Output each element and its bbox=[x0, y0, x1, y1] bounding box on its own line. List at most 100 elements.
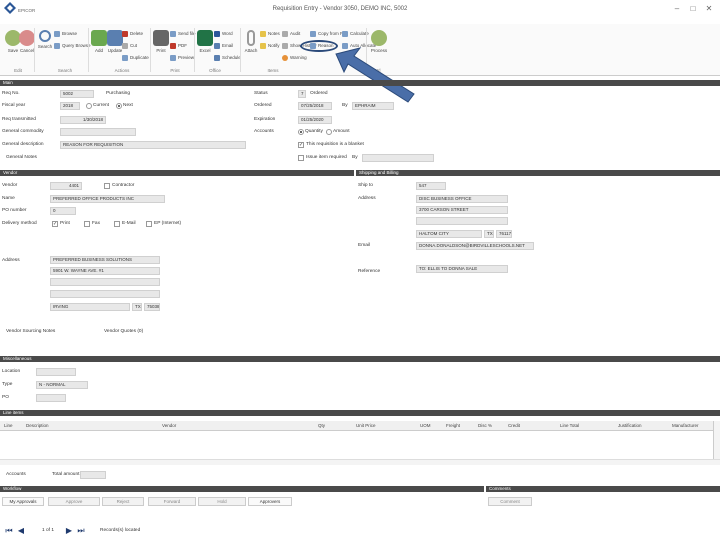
ship-address3-field[interactable] bbox=[416, 217, 508, 225]
col-credit[interactable]: Credit bbox=[508, 423, 520, 428]
notify-button[interactable]: Notify bbox=[260, 42, 280, 50]
general-notes-link[interactable]: General Notes bbox=[6, 155, 37, 160]
line-accounts-link[interactable]: Accounts bbox=[6, 472, 26, 477]
close-button[interactable]: ✕ bbox=[702, 3, 716, 15]
approvers-button[interactable]: Approvers bbox=[248, 497, 292, 506]
next-record-button[interactable]: ▶ bbox=[64, 526, 74, 536]
type-field[interactable]: N - NORMAL bbox=[36, 381, 88, 389]
horizontal-scrollbar[interactable] bbox=[0, 459, 720, 465]
status-code-field[interactable]: 7 bbox=[298, 90, 306, 98]
word-button[interactable]: Word bbox=[214, 30, 233, 38]
search-button[interactable]: Search bbox=[34, 30, 56, 49]
pdf-button[interactable]: PDF bbox=[170, 42, 187, 50]
first-record-button[interactable]: ⏮ bbox=[4, 526, 14, 536]
vendor-address3-field[interactable] bbox=[50, 278, 160, 286]
approve-button[interactable]: Approve bbox=[48, 497, 100, 506]
req-transmitted-field[interactable]: 1/30/2018 bbox=[60, 116, 106, 124]
vendor-zip-field[interactable]: 75038 bbox=[144, 303, 160, 311]
vendor-number-field[interactable]: 4401 bbox=[50, 182, 82, 190]
browse-button[interactable]: Browse bbox=[54, 30, 77, 38]
maximize-button[interactable]: □ bbox=[686, 3, 700, 15]
hold-button[interactable]: Hold bbox=[198, 497, 246, 506]
ship-state-field[interactable]: TX bbox=[484, 230, 494, 238]
reject-button[interactable]: Reject bbox=[102, 497, 144, 506]
location-field[interactable] bbox=[36, 368, 76, 376]
vendor-name-field[interactable]: PREFERRED OFFICE PRODUCTS INC bbox=[50, 195, 165, 203]
send-file-button[interactable]: Send file bbox=[170, 30, 196, 38]
col-description[interactable]: Description bbox=[26, 423, 49, 428]
req-no-field[interactable]: 5002 bbox=[60, 90, 94, 98]
prev-record-button[interactable]: ◀ bbox=[16, 526, 26, 536]
forward-button[interactable]: Forward bbox=[148, 497, 196, 506]
audit-button[interactable]: Audit bbox=[282, 30, 300, 38]
print-button[interactable]: Print bbox=[150, 30, 172, 53]
col-qty[interactable]: Qty bbox=[318, 423, 325, 428]
ship-city-field[interactable]: HALTOM CITY bbox=[416, 230, 482, 238]
current-radio[interactable] bbox=[86, 103, 92, 109]
po-field[interactable] bbox=[36, 394, 66, 402]
email-checkbox[interactable] bbox=[114, 221, 120, 227]
ordered-by-field[interactable]: EPHRAIM bbox=[352, 102, 394, 110]
fiscal-year-field[interactable]: 2018 bbox=[60, 102, 80, 110]
vendor-state-field[interactable]: TX bbox=[132, 303, 142, 311]
next-radio[interactable] bbox=[116, 103, 122, 109]
duplicate-button[interactable]: Duplicate bbox=[122, 54, 149, 62]
col-unit-price[interactable]: Unit Price bbox=[356, 423, 376, 428]
preview-label: Preview bbox=[178, 55, 195, 60]
calculate-button[interactable]: Calculate bbox=[342, 30, 369, 38]
audit-icon bbox=[282, 30, 288, 37]
vendor-address4-field[interactable] bbox=[50, 290, 160, 298]
ep-checkbox[interactable] bbox=[146, 221, 152, 227]
blanket-checkbox[interactable]: ✓ bbox=[298, 142, 304, 148]
col-uom[interactable]: UOM bbox=[420, 423, 431, 428]
col-disc[interactable]: Disc % bbox=[478, 423, 492, 428]
issue-checkbox[interactable] bbox=[298, 155, 304, 161]
next-label: Next bbox=[123, 103, 133, 108]
col-manufacturer[interactable]: Manufacturer bbox=[672, 423, 699, 428]
group-items: Items bbox=[267, 68, 279, 73]
ship-email-field[interactable]: DONNA.DONALDSON@BIRDVILLESCHOOLS.NET bbox=[416, 242, 534, 250]
query-browse-label: Query Browse bbox=[62, 43, 91, 48]
col-justification[interactable]: Justification bbox=[618, 423, 642, 428]
vendor-address1-field[interactable]: PREFERRED BUSINESS SOLUTIONS bbox=[50, 256, 160, 264]
expiration-date-field[interactable]: 01/25/2020 bbox=[298, 116, 332, 124]
preview-button[interactable]: Preview bbox=[170, 54, 194, 62]
col-freight[interactable]: Freight bbox=[446, 423, 460, 428]
ship-address2-field[interactable]: 3700 CARSON STREET bbox=[416, 206, 508, 214]
schedule-button[interactable]: Schedule bbox=[214, 54, 241, 62]
warning-button[interactable]: Warning bbox=[282, 54, 307, 62]
query-browse-button[interactable]: Query Browse bbox=[54, 42, 91, 50]
cut-button[interactable]: Cut bbox=[122, 42, 137, 50]
issue-by-field[interactable] bbox=[362, 154, 434, 162]
attach-button[interactable]: Attach bbox=[240, 30, 262, 53]
vendor-city-field[interactable]: IRVING bbox=[50, 303, 130, 311]
col-line[interactable]: Line bbox=[4, 423, 13, 428]
ship-address1-field[interactable]: DISC BUSINESS OFFICE bbox=[416, 195, 508, 203]
vendor-quotes-link[interactable]: Vendor Quotes (0) bbox=[104, 329, 143, 334]
general-description-field[interactable]: REASON FOR REQUISITION bbox=[60, 141, 246, 149]
ship-to-field[interactable]: 547 bbox=[416, 182, 446, 190]
fax-checkbox[interactable] bbox=[84, 221, 90, 227]
po-number-field[interactable]: 0 bbox=[50, 207, 76, 215]
minimize-button[interactable]: – bbox=[670, 3, 684, 15]
amount-radio[interactable] bbox=[326, 129, 332, 135]
quantity-radio[interactable] bbox=[298, 129, 304, 135]
comment-button[interactable]: Comment bbox=[488, 497, 532, 506]
col-vendor[interactable]: Vendor bbox=[162, 423, 176, 428]
excel-button[interactable]: Excel bbox=[194, 30, 216, 53]
general-commodity-field[interactable] bbox=[60, 128, 136, 136]
reference-field[interactable]: TO: ELLIS TO DONNA SALE bbox=[416, 265, 508, 273]
my-approvals-button[interactable]: My Approvals bbox=[2, 497, 44, 506]
print-checkbox[interactable]: ✓ bbox=[52, 221, 58, 227]
last-record-button[interactable]: ⏭ bbox=[76, 526, 86, 536]
ship-zip-field[interactable]: 76117 bbox=[496, 230, 512, 238]
col-line-total[interactable]: Line Total bbox=[560, 423, 579, 428]
vendor-address2-field[interactable]: 5901 W. WAYNE AVE. #1 bbox=[50, 267, 160, 275]
delete-button[interactable]: Delete bbox=[122, 30, 143, 38]
contractor-checkbox[interactable] bbox=[104, 183, 110, 189]
vendor-sourcing-notes-link[interactable]: Vendor Sourcing Notes bbox=[6, 329, 55, 334]
email-button[interactable]: Email bbox=[214, 42, 233, 50]
ordered-date-field[interactable]: 07/25/2018 bbox=[298, 102, 332, 110]
vertical-scrollbar[interactable] bbox=[713, 421, 720, 459]
notes-button[interactable]: Notes bbox=[260, 30, 280, 38]
